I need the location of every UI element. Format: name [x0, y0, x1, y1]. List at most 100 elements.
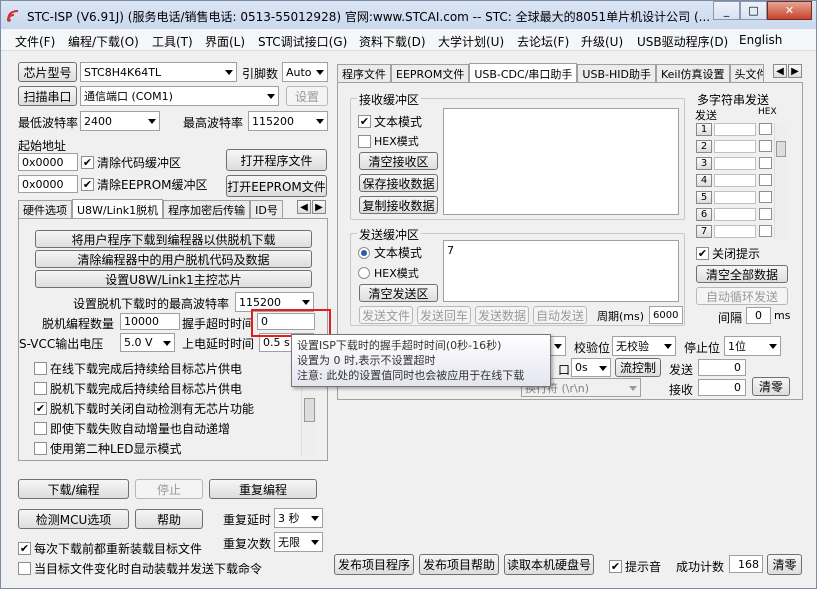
- repeat-delay-select[interactable]: 3 秒: [274, 508, 323, 528]
- tab-program-file[interactable]: 程序文件: [337, 64, 391, 83]
- multi-string-input[interactable]: [714, 225, 756, 238]
- clear-send-button[interactable]: 清空发送区: [359, 284, 438, 302]
- save-recv-button[interactable]: 保存接收数据: [359, 174, 438, 192]
- clear-eeprom-checkbox[interactable]: ✔ 清除EEPROM缓冲区: [81, 176, 208, 193]
- publish-project-button[interactable]: 发布项目程序: [334, 554, 414, 575]
- multi-hex-checkbox[interactable]: [759, 157, 772, 169]
- tab-hardware[interactable]: 硬件选项: [18, 200, 72, 219]
- publish-help-button[interactable]: 发布项目帮助: [419, 554, 499, 575]
- menu-debug[interactable]: STC调试接口(G): [258, 33, 347, 50]
- send-text-mode-radio[interactable]: 文本模式: [358, 244, 422, 261]
- menu-forum[interactable]: 去论坛(F): [517, 33, 569, 50]
- period-input[interactable]: 6000: [649, 306, 683, 324]
- menu-university[interactable]: 大学计划(U): [438, 33, 504, 50]
- multi-hex-checkbox[interactable]: [759, 140, 772, 152]
- multi-hex-checkbox[interactable]: [759, 208, 772, 220]
- flow-control-button[interactable]: 流控制: [615, 358, 661, 377]
- multi-send-row-button[interactable]: 5: [696, 191, 712, 204]
- menu-file[interactable]: 文件(F): [15, 33, 55, 50]
- send-file-button[interactable]: 发送文件: [359, 306, 413, 324]
- offline-option-checkbox[interactable]: 即使下载失败自动增量也自动递增: [34, 420, 230, 437]
- eeprom-addr-input[interactable]: 0x0000: [18, 175, 78, 193]
- multi-send-row-button[interactable]: 4: [696, 174, 712, 187]
- right-tab-scroll-right[interactable]: ▶: [788, 64, 802, 78]
- vcc-select[interactable]: 5.0 V: [120, 333, 175, 352]
- open-program-button[interactable]: 打开程序文件: [226, 149, 327, 171]
- scrollbar-thumb[interactable]: [776, 141, 786, 157]
- auto-send-button[interactable]: 自动发送: [533, 306, 587, 324]
- set-master-chip-button[interactable]: 设置U8W/Link1主控芯片: [35, 270, 312, 288]
- auto-loop-button[interactable]: 自动循环发送: [696, 287, 788, 305]
- multi-string-input[interactable]: [714, 123, 756, 136]
- multi-send-row-button[interactable]: 7: [696, 225, 712, 238]
- menu-interface[interactable]: 界面(L): [205, 33, 245, 50]
- maximize-button[interactable]: □: [740, 1, 767, 20]
- scan-port-button[interactable]: 扫描串口: [18, 86, 77, 106]
- max-baud-select[interactable]: 115200: [248, 111, 328, 131]
- recv-text-mode-checkbox[interactable]: ✔ 文本模式: [358, 113, 422, 130]
- offline-option-checkbox[interactable]: 使用第二种LED显示模式: [34, 440, 182, 457]
- tab-usb-hid[interactable]: USB-HID助手: [577, 64, 656, 83]
- open-eeprom-button[interactable]: 打开EEPROM文件: [226, 175, 327, 197]
- send-hex-mode-radio[interactable]: HEX模式: [358, 265, 419, 281]
- multi-hex-checkbox[interactable]: [759, 123, 772, 135]
- tab-eeprom-file[interactable]: EEPROM文件: [391, 64, 470, 83]
- tab-header-file[interactable]: 头文件: [729, 64, 764, 83]
- offline-option-checkbox[interactable]: 脱机下载完成后持续给目标芯片供电: [34, 380, 242, 397]
- sound-checkbox[interactable]: ✔ 提示音: [609, 558, 661, 575]
- right-tab-scroll-left[interactable]: ◀: [773, 64, 787, 78]
- multi-hex-checkbox[interactable]: [759, 191, 772, 203]
- tab-id[interactable]: ID号: [250, 200, 283, 219]
- count-input[interactable]: 10000: [120, 313, 180, 330]
- pins-select[interactable]: Auto: [282, 62, 328, 82]
- multi-send-row-button[interactable]: 6: [696, 208, 712, 221]
- copy-recv-button[interactable]: 复制接收数据: [359, 196, 438, 214]
- stop-button[interactable]: 停止: [135, 479, 203, 499]
- chip-model-select[interactable]: STC8H4K64TL: [80, 62, 237, 82]
- clear-all-button[interactable]: 清空全部数据: [696, 265, 788, 283]
- close-hint-checkbox[interactable]: ✔ 关闭提示: [696, 245, 760, 262]
- multi-send-row-button[interactable]: 2: [696, 140, 712, 153]
- read-disk-button[interactable]: 读取本机硬盘号: [504, 554, 594, 575]
- parity-select[interactable]: 无校验: [612, 336, 676, 356]
- close-button[interactable]: ✕: [767, 1, 812, 20]
- clear-code-checkbox[interactable]: ✔ 清除代码缓冲区: [81, 154, 181, 171]
- menu-english[interactable]: English: [739, 33, 782, 47]
- menu-usb-driver[interactable]: USB驱动程序(D): [637, 33, 728, 50]
- multi-hex-checkbox[interactable]: [759, 174, 772, 186]
- send-textarea[interactable]: 7: [443, 240, 679, 302]
- multi-send-row-button[interactable]: 3: [696, 157, 712, 170]
- menu-tools[interactable]: 工具(T): [152, 33, 193, 50]
- code-addr-input[interactable]: 0x0000: [18, 153, 78, 171]
- clear-offline-code-button[interactable]: 清除编程器中的用户脱机代码及数据: [35, 250, 312, 268]
- download-button[interactable]: 下载/编程: [18, 479, 129, 499]
- minimize-button[interactable]: _: [713, 1, 740, 20]
- scrollbar-thumb[interactable]: [304, 398, 315, 422]
- download-to-programmer-button[interactable]: 将用户程序下载到编程器以供脱机下载: [35, 230, 312, 248]
- clear-recv-button[interactable]: 清空接收区: [359, 152, 438, 170]
- receive-textarea[interactable]: [443, 108, 679, 215]
- interval-input[interactable]: 0: [746, 307, 771, 324]
- tab-scroll-left-button[interactable]: ◀: [297, 200, 311, 214]
- min-baud-select[interactable]: 2400: [80, 111, 160, 131]
- help-button[interactable]: 帮助: [135, 509, 203, 529]
- stop-bit-select[interactable]: 1位: [724, 336, 781, 356]
- offline-option-checkbox[interactable]: ✔ 脱机下载时关闭自动检测有无芯片功能: [34, 400, 254, 417]
- tab-encrypt[interactable]: 程序加密后传输: [163, 200, 251, 219]
- send-enter-button[interactable]: 发送回车: [417, 306, 471, 324]
- menu-docs[interactable]: 资料下载(D): [359, 33, 426, 50]
- send-data-button[interactable]: 发送数据: [475, 306, 529, 324]
- check-mcu-button[interactable]: 检测MCU选项: [18, 509, 129, 529]
- tab-serial-assistant[interactable]: USB-CDC/串口助手: [469, 63, 578, 83]
- clear-success-button[interactable]: 清零: [767, 554, 802, 575]
- multi-string-input[interactable]: [714, 174, 756, 187]
- multi-send-row-button[interactable]: 1: [696, 123, 712, 136]
- offline-option-checkbox[interactable]: 在线下载完成后持续给目标芯片供电: [34, 360, 242, 377]
- repeat-count-select[interactable]: 无限: [274, 532, 323, 552]
- timeout-select[interactable]: 0s: [571, 358, 611, 377]
- tab-keil[interactable]: Keil仿真设置: [655, 64, 730, 83]
- auto-load-checkbox[interactable]: 当目标文件变化时自动装载并发送下载命令: [18, 560, 262, 577]
- multi-string-input[interactable]: [714, 191, 756, 204]
- multi-string-input[interactable]: [714, 208, 756, 221]
- clear-count-button[interactable]: 清零: [752, 377, 790, 396]
